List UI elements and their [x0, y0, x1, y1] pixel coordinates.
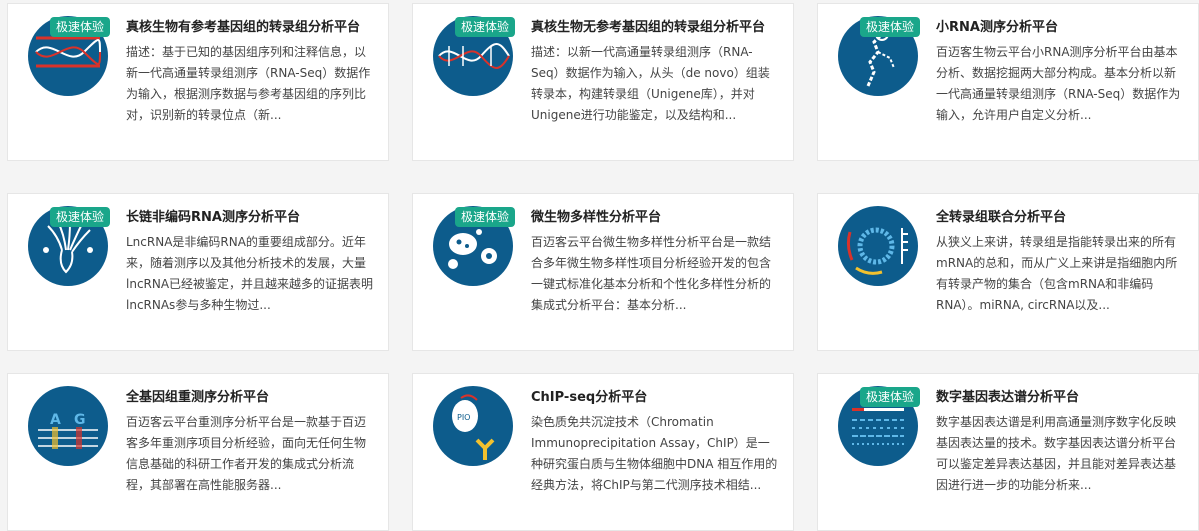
- card-description: 百迈客云平台微生物多样性分析平台是一款结合多年微生物多样性项目分析经验开发的包含…: [531, 235, 772, 312]
- fast-trial-badge[interactable]: 极速体验: [860, 17, 921, 37]
- card-description: 百迈客云平台重测序分析平台是一款基于百迈客多年重测序项目分析经验，面向无任何生物…: [126, 415, 367, 492]
- card-icon-wrap: 极速体验: [28, 16, 111, 96]
- platform-card[interactable]: 极速体验 真核生物有参考基因组的转录组分析平台 描述：基于已知的基因组序列和注释…: [7, 3, 389, 161]
- card-icon-wrap: 极速体验: [433, 206, 516, 286]
- card-icon-wrap: A G: [28, 386, 108, 466]
- card-title[interactable]: 全转录组联合分析平台: [936, 206, 1066, 225]
- svg-text:G: G: [74, 412, 86, 428]
- platform-card[interactable]: A G 全基因组重测序分析平台 百迈客云平台重测序分析平台是一款基于百迈客多年重…: [7, 373, 389, 531]
- card-title[interactable]: 长链非编码RNA测序分析平台: [126, 206, 300, 225]
- card-title[interactable]: 全基因组重测序分析平台: [126, 386, 269, 405]
- platform-card[interactable]: 极速体验 小RNA测序分析平台 百迈客生物云平台小RNA测序分析平台由基本分析、…: [817, 3, 1199, 161]
- card-title[interactable]: 真核生物有参考基因组的转录组分析平台: [126, 16, 360, 35]
- card-description: 染色质免共沉淀技术（Chromatin Immunoprecipitation …: [531, 415, 778, 492]
- card-title[interactable]: ChIP-seq分析平台: [531, 386, 647, 405]
- card-icon-wrap: [838, 206, 918, 286]
- platform-card[interactable]: 极速体验 真核生物无参考基因组的转录组分析平台 描述：以新一代高通量转录组测序（…: [412, 3, 794, 161]
- svg-text:A: A: [50, 412, 61, 428]
- fast-trial-badge[interactable]: 极速体验: [860, 387, 921, 407]
- platform-card[interactable]: 极速体验 数字基因表达谱分析平台 数字基因表达谱是利用高通量测序数字化反映基因表…: [817, 373, 1199, 531]
- card-title[interactable]: 微生物多样性分析平台: [531, 206, 661, 225]
- card-description: 描述：以新一代高通量转录组测序（RNA-Seq）数据作为输入，从头（de nov…: [531, 45, 770, 122]
- fast-trial-badge[interactable]: 极速体验: [50, 207, 111, 227]
- card-description: LncRNA是非编码RNA的重要组成部分。近年来，随着测序以及其他分析技术的发展…: [126, 235, 374, 312]
- platform-card[interactable]: 极速体验 微生物多样性分析平台 百迈客云平台微生物多样性分析平台是一款结合多年微…: [412, 193, 794, 351]
- svg-text:PIO: PIO: [457, 413, 470, 422]
- chip-seq-icon: PIO: [433, 386, 513, 466]
- card-title[interactable]: 数字基因表达谱分析平台: [936, 386, 1079, 405]
- card-icon-wrap: 极速体验: [433, 16, 516, 96]
- card-icon-wrap: 极速体验: [838, 16, 921, 96]
- card-description: 从狭义上来讲，转录组是指能转录出来的所有mRNA的总和，而从广义上来讲是指细胞内…: [936, 235, 1178, 312]
- fast-trial-badge[interactable]: 极速体验: [455, 17, 516, 37]
- card-icon-wrap: 极速体验: [838, 386, 921, 466]
- card-icon-wrap: 极速体验: [28, 206, 111, 286]
- card-description: 描述：基于已知的基因组序列和注释信息，以新一代高通量转录组测序（RNA-Seq）…: [126, 45, 371, 122]
- card-title[interactable]: 小RNA测序分析平台: [936, 16, 1058, 35]
- fast-trial-badge[interactable]: 极速体验: [50, 17, 111, 37]
- platform-card[interactable]: PIO ChIP-seq分析平台 染色质免共沉淀技术（Chromatin Imm…: [412, 373, 794, 531]
- card-icon-wrap: PIO: [433, 386, 513, 466]
- circular-rna-icon: [838, 206, 918, 286]
- genome-resequencing-icon: A G: [28, 386, 108, 466]
- platform-card[interactable]: 极速体验 长链非编码RNA测序分析平台 LncRNA是非编码RNA的重要组成部分…: [7, 193, 389, 351]
- platform-card[interactable]: 全转录组联合分析平台 从狭义上来讲，转录组是指能转录出来的所有mRNA的总和，而…: [817, 193, 1199, 351]
- fast-trial-badge[interactable]: 极速体验: [455, 207, 516, 227]
- card-description: 百迈客生物云平台小RNA测序分析平台由基本分析、数据挖掘两大部分构成。基本分析以…: [936, 45, 1181, 122]
- card-description: 数字基因表达谱是利用高通量测序数字化反映基因表达量的技术。数字基因表达谱分析平台…: [936, 415, 1177, 492]
- card-title[interactable]: 真核生物无参考基因组的转录组分析平台: [531, 16, 765, 35]
